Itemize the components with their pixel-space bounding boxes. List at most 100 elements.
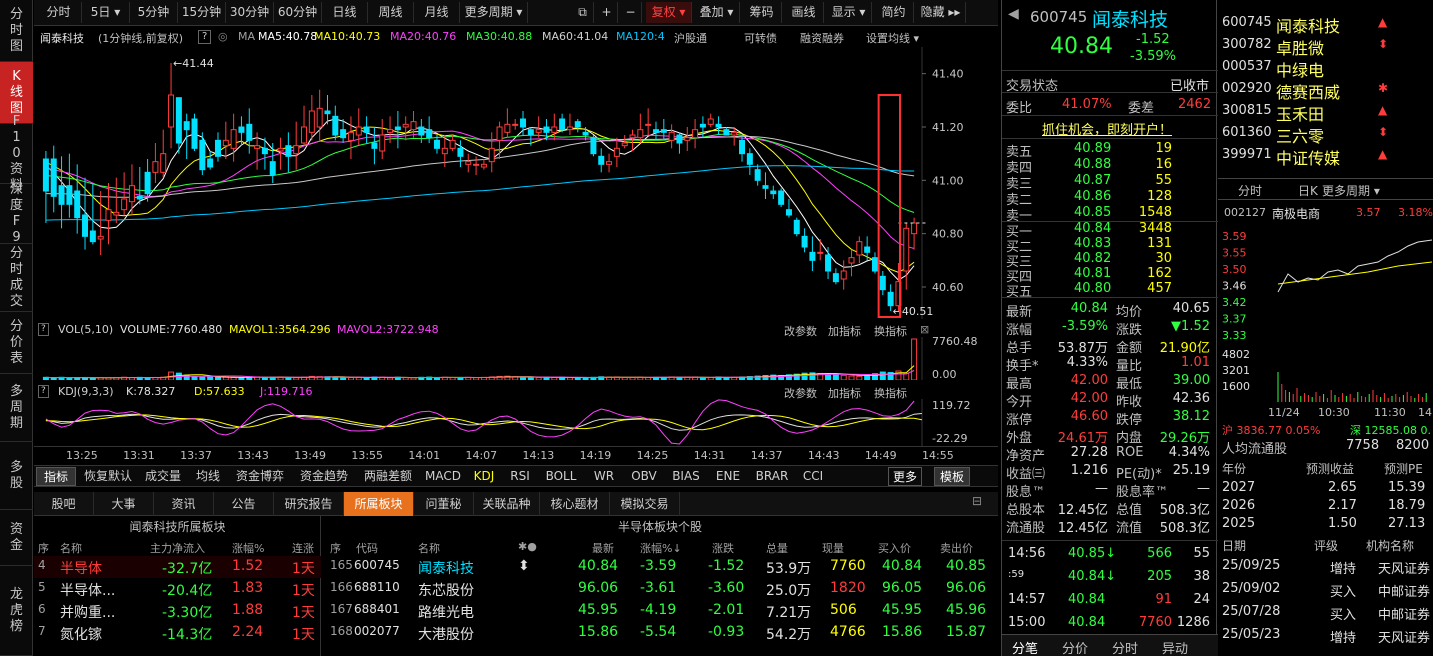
candle[interactable] xyxy=(410,111,417,138)
indicator-tab-13[interactable]: BIAS xyxy=(666,467,706,486)
candle[interactable] xyxy=(911,217,918,250)
candle[interactable] xyxy=(606,153,613,173)
candle[interactable] xyxy=(285,132,292,173)
watchlist-row[interactable]: 002920 德赛西威 ✱ xyxy=(1218,78,1433,102)
help-icon[interactable]: ? xyxy=(198,30,212,44)
candle[interactable] xyxy=(512,119,519,130)
stock-row[interactable]: 167 688401 路维光电 45.95 -4.19 -2.01 7.21万 506 45.9… xyxy=(322,600,998,622)
kdj-panel[interactable]: 119.72 -22.29 xyxy=(34,399,998,446)
indicator-tab-5[interactable]: 资金趋势 xyxy=(294,467,354,486)
candle[interactable] xyxy=(379,119,386,159)
candle[interactable] xyxy=(214,132,221,162)
candle[interactable] xyxy=(879,271,886,295)
watchlist-row[interactable]: 300782 卓胜微 ⬍ xyxy=(1218,34,1433,58)
candle[interactable] xyxy=(645,108,652,135)
info-tab-4[interactable]: 研究报告 xyxy=(274,492,344,516)
left-nav-item-2[interactable]: F10资料 xyxy=(0,114,33,193)
header-link-2[interactable]: 融资融券 xyxy=(800,30,844,46)
candle[interactable] xyxy=(590,135,597,157)
kdj-chart[interactable]: 119.72 -22.29 xyxy=(34,399,998,446)
left-nav-item-0[interactable]: 分时图 xyxy=(0,0,33,62)
bid-price[interactable]: 40.84 xyxy=(1074,221,1111,236)
tool-button-2[interactable]: − xyxy=(620,2,642,23)
indicator-tab-1[interactable]: 恢复默认 xyxy=(80,467,136,486)
candle[interactable] xyxy=(222,121,229,159)
candle[interactable] xyxy=(449,135,456,151)
header-link-0[interactable]: 沪股通 xyxy=(674,30,707,46)
price-panel[interactable]: 41.40 41.20 41.00 40.80 40.60 ←41.44 ←40.51 xyxy=(34,47,998,319)
ask-price[interactable]: 40.89 xyxy=(1074,141,1111,156)
candle[interactable] xyxy=(66,153,73,218)
indicator-tab-8[interactable]: KDJ xyxy=(468,467,500,486)
candle[interactable] xyxy=(308,95,315,141)
watchlist-row[interactable]: 399971 中证传媒 ▲ xyxy=(1218,144,1433,168)
left-nav-item-5[interactable]: 分价表 xyxy=(0,312,33,374)
tool-button-8[interactable]: 简约 xyxy=(874,2,914,23)
tool-button-9[interactable]: 隐藏 ▸▸ xyxy=(916,2,966,23)
candle[interactable] xyxy=(856,236,863,263)
candle[interactable] xyxy=(394,111,401,149)
volume-chart[interactable]: 7760.48 0.00 xyxy=(34,337,998,380)
candle[interactable] xyxy=(574,119,581,133)
candle[interactable] xyxy=(598,148,605,173)
candle[interactable] xyxy=(324,95,331,125)
period-button-9[interactable]: 更多周期 ▾ xyxy=(460,2,528,23)
candle[interactable] xyxy=(684,127,691,151)
candle[interactable] xyxy=(168,63,175,149)
indicator-tab-16[interactable]: CCI xyxy=(798,467,828,486)
candle[interactable] xyxy=(668,124,675,149)
candle[interactable] xyxy=(785,199,792,218)
candle[interactable] xyxy=(89,183,96,245)
candle[interactable] xyxy=(903,223,910,290)
candle[interactable] xyxy=(191,113,198,151)
tool-button-1[interactable]: + xyxy=(596,2,618,23)
candle[interactable] xyxy=(559,113,566,133)
tool-button-5[interactable]: 筹码 xyxy=(742,2,782,23)
mini-tab-2[interactable]: 更多周期 ▾ xyxy=(1322,182,1380,199)
indicator-tab-0[interactable]: 指标 xyxy=(36,467,76,486)
candle[interactable] xyxy=(840,260,847,290)
candle[interactable] xyxy=(347,116,354,159)
candle[interactable] xyxy=(332,105,339,141)
mini-intraday-chart[interactable]: 3.59 3.55 3.50 3.46 3.42 3.37 3.33 4802 3201 1600… xyxy=(1218,222,1433,422)
candle[interactable] xyxy=(371,127,378,165)
candle[interactable] xyxy=(74,164,81,234)
candle[interactable] xyxy=(504,108,511,138)
candle[interactable] xyxy=(301,105,308,146)
stock-row[interactable]: 165 600745 闻泰科技 ⬍ 40.84 -3.59 -1.52 53.9万 7760 40… xyxy=(322,556,998,578)
candle[interactable] xyxy=(363,116,370,143)
candle[interactable] xyxy=(692,119,699,149)
candle[interactable] xyxy=(793,217,800,237)
tool-button-7[interactable]: 显示 ▾ xyxy=(826,2,872,23)
quote-tab-1[interactable]: 分价 xyxy=(1062,638,1088,656)
quote-tab-0[interactable]: 分笔 xyxy=(1012,638,1038,656)
stock-row[interactable]: 168 002077 大港股份 15.86 -5.54 -0.93 54.2万 4766 15.… xyxy=(322,622,998,644)
kdj-settings-icon[interactable]: ? xyxy=(38,385,49,398)
eye-icon[interactable]: ◎ xyxy=(218,30,228,43)
candle[interactable] xyxy=(152,143,159,183)
candle[interactable] xyxy=(199,132,206,175)
expand-icon[interactable]: ⊟ xyxy=(972,494,982,508)
info-tab-0[interactable]: 股吧 xyxy=(34,492,94,516)
indicator-tab-2[interactable]: 成交量 xyxy=(140,467,186,486)
candle[interactable] xyxy=(426,116,433,143)
candle[interactable] xyxy=(762,172,769,199)
info-tab-8[interactable]: 核心题材 xyxy=(540,492,610,516)
candle[interactable] xyxy=(801,228,808,253)
candle[interactable] xyxy=(473,156,480,175)
candle[interactable] xyxy=(488,132,495,173)
volume-panel[interactable]: 7760.48 0.00 xyxy=(34,337,998,380)
candle[interactable] xyxy=(535,116,542,138)
period-button-2[interactable]: 5分钟 xyxy=(130,2,178,23)
indicator-tab-15[interactable]: BRAR xyxy=(750,467,794,486)
candle[interactable] xyxy=(136,167,143,205)
candle[interactable] xyxy=(754,164,761,186)
info-tab-3[interactable]: 公告 xyxy=(214,492,274,516)
candle[interactable] xyxy=(97,191,104,255)
quote-tab-2[interactable]: 分时 xyxy=(1112,638,1138,656)
indicator-tab-7[interactable]: MACD xyxy=(422,467,464,486)
period-button-3[interactable]: 15分钟 xyxy=(178,2,226,23)
info-tab-9[interactable]: 模拟交易 xyxy=(610,492,680,516)
sector-row[interactable]: 7 氮化镓 -14.3亿 2.24 1天 xyxy=(34,622,321,644)
bid-price[interactable]: 40.83 xyxy=(1074,236,1111,251)
